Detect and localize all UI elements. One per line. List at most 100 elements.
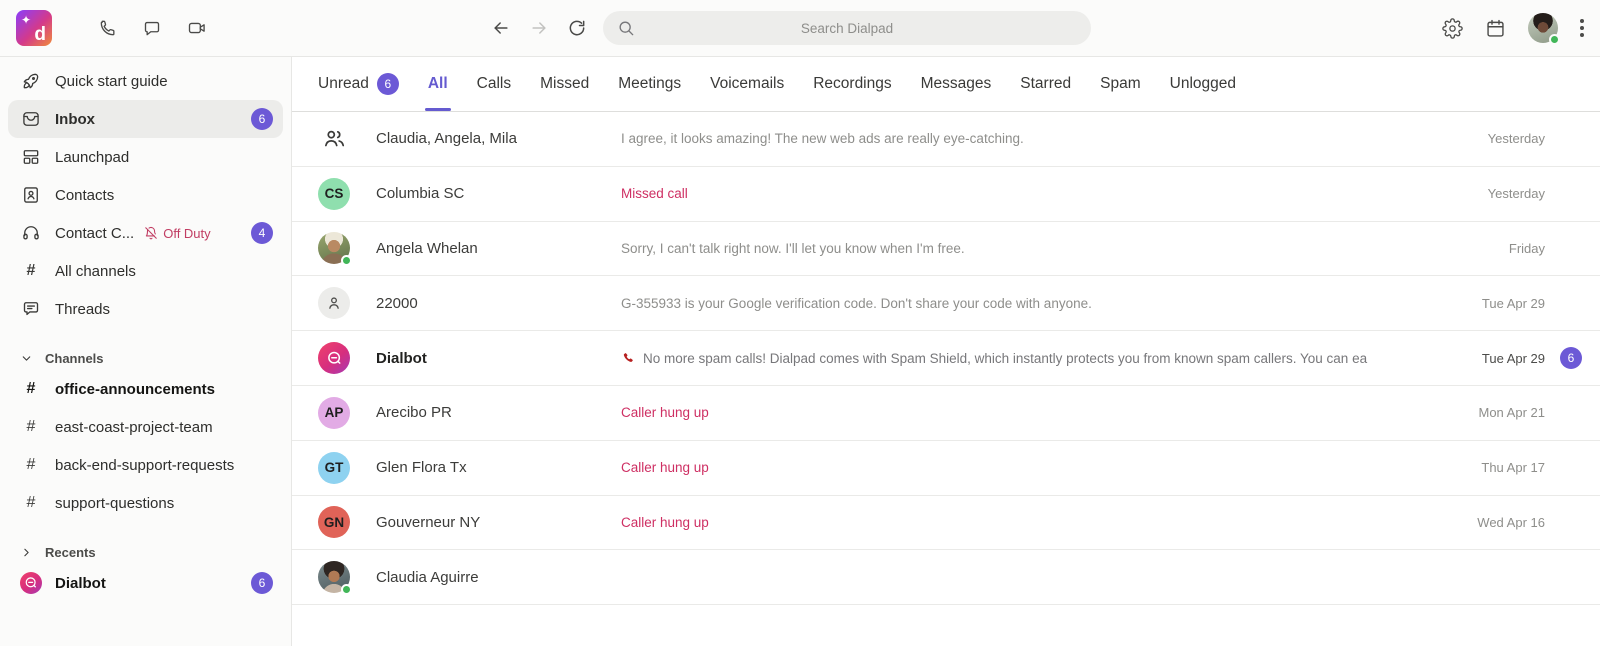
timestamp: Wed Apr 16: [1477, 515, 1545, 530]
dialpad-logo[interactable]: ✦ d: [16, 10, 52, 46]
channel-label: east-coast-project-team: [55, 419, 213, 436]
channel-label: office-announcements: [55, 381, 215, 398]
sidebar-item-contacts[interactable]: Contacts: [8, 176, 283, 214]
timestamp: Tue Apr 29: [1482, 351, 1545, 366]
tab-unread[interactable]: Unread 6: [318, 57, 399, 111]
phone-emoji-icon: [621, 351, 636, 366]
message-preview: Caller hung up: [621, 405, 1463, 420]
tab-messages[interactable]: Messages: [921, 57, 992, 111]
forward-button[interactable]: [529, 18, 549, 38]
sidebar-channel-office-announcements[interactable]: # office-announcements: [8, 370, 283, 408]
sidebar-item-label: Contact C...: [55, 225, 134, 242]
search-icon: [616, 18, 636, 38]
message-preview: Caller hung up: [621, 515, 1461, 530]
tab-unlogged[interactable]: Unlogged: [1170, 57, 1236, 111]
conversation-name: Dialbot: [376, 350, 621, 367]
tab-starred[interactable]: Starred: [1020, 57, 1071, 111]
timestamp: Friday: [1509, 241, 1545, 256]
tab-calls[interactable]: Calls: [477, 57, 511, 111]
timestamp: Yesterday: [1488, 186, 1545, 201]
tab-missed[interactable]: Missed: [540, 57, 589, 111]
conversation-row[interactable]: Claudia Aguirre: [292, 550, 1600, 605]
overflow-menu-icon[interactable]: [1580, 19, 1584, 37]
conversation-row[interactable]: Angela Whelan Sorry, I can't talk right …: [292, 222, 1600, 277]
sidebar-item-threads[interactable]: Threads: [8, 290, 283, 328]
message-preview: G-355933 is your Google verification cod…: [621, 296, 1466, 311]
tab-meetings[interactable]: Meetings: [618, 57, 681, 111]
settings-gear-icon[interactable]: [1442, 18, 1463, 39]
headset-icon: [20, 223, 42, 243]
tab-spam[interactable]: Spam: [1100, 57, 1141, 111]
conversation-row[interactable]: Claudia, Angela, Mila I agree, it looks …: [292, 112, 1600, 167]
message-preview: Missed call: [621, 186, 1472, 201]
conversation-row[interactable]: GT Glen Flora Tx Caller hung up Thu Apr …: [292, 441, 1600, 496]
dialbot-logo-icon: [20, 572, 42, 594]
photo-avatar: [318, 232, 350, 264]
status-label: Off Duty: [163, 226, 210, 241]
person-avatar-icon: [318, 287, 350, 319]
contacts-icon: [20, 185, 42, 205]
tab-recordings[interactable]: Recordings: [813, 57, 891, 111]
conversation-row[interactable]: 22000 G-355933 is your Google verificati…: [292, 276, 1600, 331]
message-preview: I agree, it looks amazing! The new web a…: [621, 131, 1472, 146]
timestamp: Tue Apr 29: [1482, 296, 1545, 311]
section-label: Channels: [45, 351, 104, 366]
sidebar-item-label: Quick start guide: [55, 73, 168, 90]
recents-section-header[interactable]: Recents: [0, 540, 291, 564]
phone-icon[interactable]: [98, 18, 118, 38]
sidebar-item-label: Contacts: [55, 187, 114, 204]
search-input[interactable]: [603, 11, 1091, 45]
unread-count-badge: 6: [251, 108, 273, 130]
conversation-row[interactable]: GN Gouverneur NY Caller hung up Wed Apr …: [292, 496, 1600, 551]
sidebar-item-quick-start-guide[interactable]: Quick start guide: [8, 62, 283, 100]
sidebar-channel-east-coast-project-team[interactable]: # east-coast-project-team: [8, 408, 283, 446]
refresh-button[interactable]: [567, 18, 587, 38]
video-icon[interactable]: [186, 18, 208, 38]
conversation-row[interactable]: AP Arecibo PR Caller hung up Mon Apr 21: [292, 386, 1600, 441]
hash-icon: #: [20, 262, 42, 280]
timestamp: Thu Apr 17: [1481, 460, 1545, 475]
chevron-right-icon: [20, 546, 33, 559]
presence-indicator: [1549, 34, 1560, 45]
conversation-name: Claudia Aguirre: [376, 569, 621, 586]
section-label: Recents: [45, 545, 96, 560]
sidebar-item-dialbot[interactable]: Dialbot 6: [8, 564, 283, 602]
conversation-row[interactable]: Dialbot No more spam calls! Dialpad come…: [292, 331, 1600, 386]
threads-icon: [20, 299, 42, 319]
sidebar-item-contact-center[interactable]: Contact C... Off Duty 4: [8, 214, 283, 252]
initials-avatar: GN: [318, 506, 350, 538]
channels-section-header[interactable]: Channels: [0, 346, 291, 370]
unread-count-badge: 6: [1560, 347, 1582, 369]
hash-icon: #: [20, 456, 42, 474]
sidebar-item-label: Threads: [55, 301, 110, 318]
message-preview: Caller hung up: [621, 460, 1465, 475]
channel-label: support-questions: [55, 495, 174, 512]
sidebar-channel-support-questions[interactable]: # support-questions: [8, 484, 283, 522]
chat-icon[interactable]: [142, 18, 162, 38]
hash-icon: #: [20, 380, 42, 398]
tab-unread-badge: 6: [377, 73, 399, 95]
logo-letter: d: [34, 25, 46, 44]
tab-voicemails[interactable]: Voicemails: [710, 57, 784, 111]
message-preview: No more spam calls! Dialpad comes with S…: [621, 351, 1466, 366]
sidebar-channel-back-end-support-requests[interactable]: # back-end-support-requests: [8, 446, 283, 484]
search-bar[interactable]: [603, 11, 1091, 45]
calendar-icon[interactable]: [1485, 18, 1506, 39]
launchpad-icon: [20, 147, 42, 167]
sidebar-item-launchpad[interactable]: Launchpad: [8, 138, 283, 176]
sidebar-item-all-channels[interactable]: # All channels: [8, 252, 283, 290]
user-avatar[interactable]: [1528, 13, 1558, 43]
conversation-name: Columbia SC: [376, 185, 621, 202]
off-duty-status: Off Duty: [144, 226, 210, 241]
hash-icon: #: [20, 494, 42, 512]
sparkle-icon: ✦: [21, 14, 31, 26]
photo-avatar: [318, 561, 350, 593]
sidebar: Quick start guide Inbox 6 Launchpad Cont…: [0, 57, 292, 646]
back-button[interactable]: [491, 18, 511, 38]
sidebar-item-inbox[interactable]: Inbox 6: [8, 100, 283, 138]
tab-all[interactable]: All: [428, 57, 448, 111]
conversation-row[interactable]: CS Columbia SC Missed call Yesterday: [292, 167, 1600, 222]
conversation-list: Claudia, Angela, Mila I agree, it looks …: [292, 112, 1600, 646]
dialbot-avatar-icon: [318, 342, 350, 374]
sidebar-item-label: Dialbot: [55, 575, 106, 592]
